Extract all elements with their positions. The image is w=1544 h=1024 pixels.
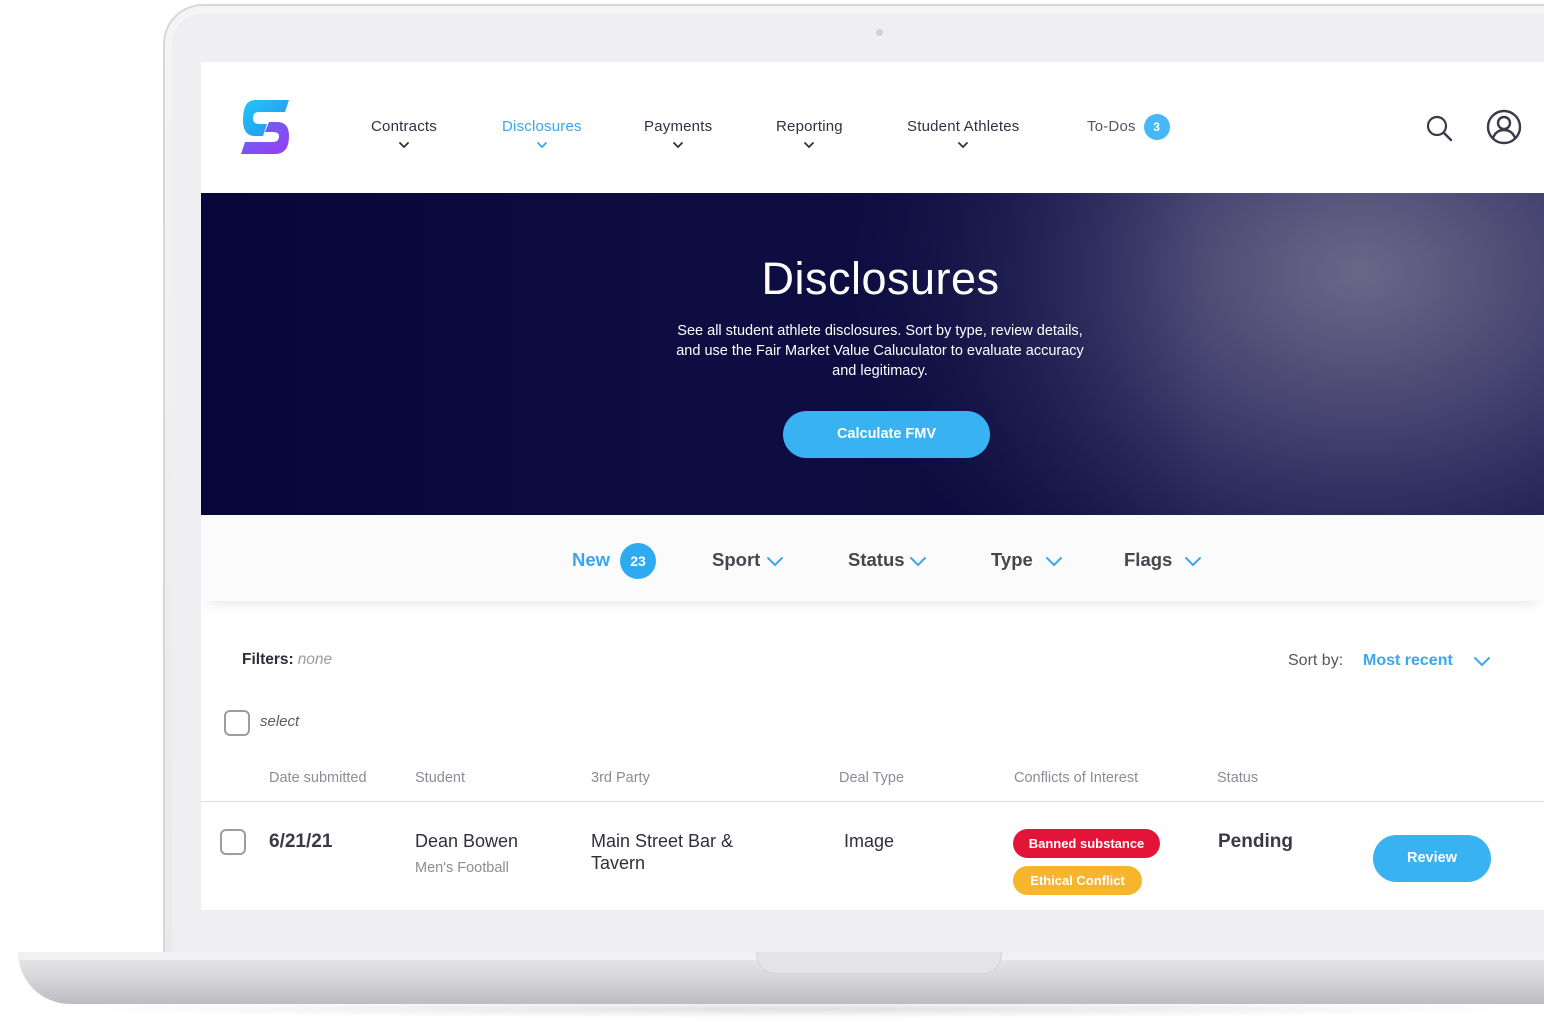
chevron-down-icon [909,557,926,567]
nav-todos-label: To-Dos [1087,117,1136,135]
nav-contracts-label: Contracts [371,118,437,135]
chevron-down-icon [399,142,409,149]
row-student-team: Men's Football [415,860,509,876]
sort-label: Sort by: [1288,652,1344,669]
page-description: See all student athlete disclosures. Sor… [676,323,1084,379]
filter-bar: New 23 Sport Status Type Flags [201,515,1544,601]
review-button[interactable]: Review [1373,835,1491,882]
filter-new-label: New [572,549,611,570]
nav-disclosures-label: Disclosures [502,118,582,135]
filter-type-label: Type [991,549,1033,570]
filter-sport-label: Sport [712,549,761,570]
select-all-label: select [260,713,300,730]
nav-contracts[interactable]: Contracts [371,118,437,151]
chevron-down-icon [1045,557,1062,567]
filter-flags[interactable]: Flags [1124,549,1202,571]
row-checkbox[interactable] [220,829,246,855]
page-title: Disclosures [761,253,1000,304]
nav-payments[interactable]: Payments [644,118,712,151]
conflict-tag-ethical-conflict: Ethical Conflict [1013,866,1142,895]
chevron-down-icon [804,142,815,149]
chevron-down-icon [536,142,547,149]
row-status: Pending [1218,831,1293,852]
row-date: 6/21/21 [269,831,333,852]
column-header-student[interactable]: Student [415,770,465,786]
nav-student-athletes-label: Student Athletes [907,118,1020,135]
row-student-name[interactable]: Dean Bowen [415,831,518,852]
hero-banner: Disclosures See all student athlete disc… [201,193,1544,515]
sort-dropdown[interactable]: Most recent [1363,652,1453,670]
chevron-down-icon [673,142,684,149]
select-all-checkbox[interactable] [224,710,250,736]
new-count-badge: 23 [620,543,656,579]
nav-reporting-label: Reporting [776,118,843,135]
filter-new[interactable]: New [572,549,610,571]
user-circle-icon[interactable] [1486,109,1522,145]
active-filters: Filters: none [242,651,332,669]
top-navigation: Contracts Disclosures Payments Reporting… [201,62,1544,193]
row-third-party-line1: Main Street Bar & [591,831,734,851]
filters-label: Filters: [242,651,294,668]
column-header-conflicts[interactable]: Conflicts of Interest [1014,770,1138,786]
filter-status-label: Status [848,549,905,570]
row-deal-type: Image [844,831,895,851]
chevron-down-icon [1185,557,1202,567]
filter-type[interactable]: Type [991,549,1063,571]
conflict-tag-banned-substance: Banned substance [1013,829,1160,858]
table-divider [201,801,1544,802]
camera [876,29,883,36]
row-third-party-line2: Tavern [591,853,646,873]
column-header-status[interactable]: Status [1217,770,1258,786]
column-header-date[interactable]: Date submitted [269,770,367,786]
laptop-notch [756,952,1002,974]
search-icon[interactable] [1425,114,1453,142]
filter-flags-label: Flags [1124,549,1173,570]
column-header-third-party[interactable]: 3rd Party [591,770,650,786]
nav-student-athletes[interactable]: Student Athletes [907,118,1019,151]
calculate-fmv-button[interactable]: Calculate FMV [783,411,990,458]
nav-reporting[interactable]: Reporting [776,118,843,151]
todos-count-badge: 3 [1143,114,1170,140]
chevron-down-icon[interactable] [1473,655,1491,667]
filter-status[interactable]: Status [848,549,927,571]
nav-payments-label: Payments [644,118,713,135]
nav-disclosures[interactable]: Disclosures [502,118,582,151]
app-screen: Contracts Disclosures Payments Reporting… [201,62,1544,910]
chevron-down-icon [958,142,969,149]
brand-logo-s-icon[interactable] [241,98,291,156]
filters-value: none [297,651,333,668]
column-header-deal-type[interactable]: Deal Type [839,770,904,786]
nav-todos[interactable]: To-Dos 3 [1087,114,1170,140]
chevron-down-icon [767,557,784,567]
filter-sport[interactable]: Sport [712,549,784,571]
